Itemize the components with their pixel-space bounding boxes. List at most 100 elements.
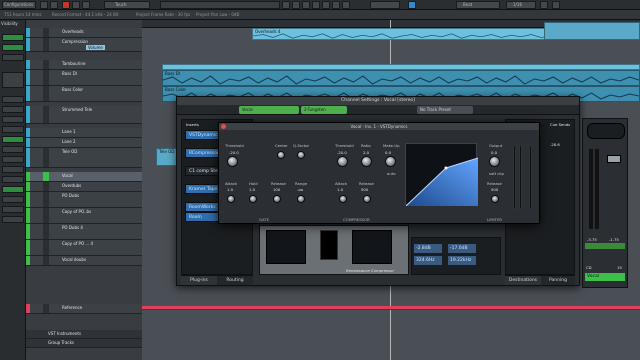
track-row[interactable]: Strummed Tele	[26, 106, 142, 124]
track-row[interactable]: Reference	[26, 304, 142, 314]
visibility-tab[interactable]: Visibility	[1, 21, 18, 26]
audio-event[interactable]: Tele OD	[156, 148, 178, 166]
quantize-button[interactable]	[540, 1, 548, 9]
visibility-toggle-5[interactable]	[2, 106, 24, 113]
gate-threshold-knob[interactable]	[227, 156, 238, 167]
tool-range-button[interactable]	[292, 1, 300, 9]
eq-freq-readout-2[interactable]: 19.22kHz	[448, 256, 476, 265]
track-name: Reference	[62, 305, 83, 310]
visibility-toggle-13[interactable]	[2, 186, 24, 193]
tool-erase-button[interactable]	[322, 1, 330, 9]
constrain-delay-button[interactable]	[40, 1, 48, 9]
tool-split-button[interactable]	[302, 1, 310, 9]
automation-parameter[interactable]: Volume	[86, 45, 105, 50]
track-row[interactable]: Vocal doubs	[26, 256, 142, 266]
configurations-button[interactable]: Configurations	[2, 1, 36, 9]
write-button[interactable]	[82, 1, 90, 9]
comp-ratio-knob[interactable]	[361, 156, 372, 167]
eq-gain-readout-2[interactable]: -17.0dB	[448, 244, 476, 253]
tool-glue-button[interactable]	[312, 1, 320, 9]
folder-row[interactable]: Group Tracks	[26, 339, 142, 348]
gate-center-knob[interactable]	[277, 151, 285, 159]
limiter-release-knob[interactable]	[491, 195, 499, 203]
automation-button[interactable]	[50, 1, 58, 9]
visibility-toggle-7[interactable]	[2, 126, 24, 133]
track-row[interactable]: Copy of PO ... 4	[26, 240, 142, 256]
mute-solo-row[interactable]	[585, 243, 625, 249]
output-routing-select[interactable]: 2-Tungsten	[301, 106, 347, 114]
eq-gain-readout-1[interactable]: -2.8dB	[414, 244, 442, 253]
channel-name-field[interactable]: Vocal	[239, 106, 299, 114]
visibility-toggle-4[interactable]	[2, 96, 24, 103]
snap-type-select[interactable]: Beat	[456, 1, 500, 9]
stereo-value[interactable]: -28.6	[550, 142, 560, 147]
tab-panning[interactable]: Panning	[541, 275, 575, 285]
track-preset-select[interactable]: No Track Preset	[417, 106, 473, 114]
track-row[interactable]: Bass Color	[26, 86, 142, 102]
rcomp-name: Renaissance Compressor	[346, 268, 394, 273]
track-row[interactable]: Overheads	[26, 28, 142, 38]
visibility-toggle-10[interactable]	[2, 156, 24, 163]
track-row[interactable]: Compression Volume	[26, 38, 142, 52]
visibility-toggle-16[interactable]	[2, 216, 24, 223]
window-layout-button[interactable]	[552, 1, 560, 9]
gate-qfactor-knob[interactable]	[297, 151, 305, 159]
comp-makeup-knob[interactable]	[385, 156, 396, 167]
tab-destinations[interactable]: Destinations	[505, 275, 541, 285]
visibility-toggle-6[interactable]	[2, 116, 24, 123]
track-row[interactable]: Lane 2	[26, 138, 142, 148]
visibility-toggle-12[interactable]	[2, 176, 24, 183]
track-row[interactable]: Copy of PO..bs	[26, 208, 142, 224]
power-icon[interactable]	[221, 124, 226, 129]
visibility-toggle-3[interactable]	[2, 54, 24, 61]
visibility-toggle-1[interactable]	[2, 34, 24, 41]
track-row[interactable]: PO Dubs	[26, 192, 142, 208]
visibility-toggle-8[interactable]	[2, 136, 24, 143]
track-row[interactable]: Tambourine	[26, 60, 142, 70]
folder-row[interactable]: VST Instruments	[26, 330, 142, 339]
read-button[interactable]	[72, 1, 80, 9]
automation-mode-select[interactable]: Touch	[104, 1, 150, 9]
soft-clip-label[interactable]: soft clip	[489, 171, 504, 176]
comp-release-knob[interactable]	[363, 195, 371, 203]
track-row[interactable]: Bass DI	[26, 70, 142, 86]
grid-type-select[interactable]	[370, 1, 400, 9]
tool-zoom-button[interactable]	[332, 1, 340, 9]
track-row[interactable]: Tele OD	[26, 148, 142, 168]
limiter-output-knob[interactable]	[489, 156, 500, 167]
gate-attack-knob[interactable]	[227, 195, 235, 203]
track-meter	[43, 70, 49, 85]
visibility-toggle-14[interactable]	[2, 196, 24, 203]
visibility-toggle-2[interactable]	[2, 44, 24, 51]
visibility-toggle-9[interactable]	[2, 146, 24, 153]
track-color	[26, 38, 30, 51]
compression-curve	[405, 157, 479, 207]
pan-control[interactable]	[587, 123, 625, 139]
track-row-selected[interactable]: Vocal	[26, 172, 142, 182]
gate-hold-knob[interactable]	[249, 195, 257, 203]
record-mode-button[interactable]	[62, 1, 70, 9]
visibility-toggle-11[interactable]	[2, 166, 24, 173]
eq-freq-readout-1[interactable]: 324.6Hz	[414, 256, 442, 265]
gate-release-knob[interactable]	[273, 195, 281, 203]
volume-fader-handle[interactable]	[607, 155, 621, 163]
comp-auto-label[interactable]: auto	[387, 171, 396, 176]
audio-event[interactable]: Overheads 4	[252, 28, 552, 40]
reference-lane[interactable]	[142, 306, 640, 310]
track-row[interactable]: PO Dubs 4	[26, 224, 142, 240]
audio-event[interactable]	[544, 22, 640, 40]
visibility-toggle-15[interactable]	[2, 206, 24, 213]
comp-attack-knob[interactable]	[339, 195, 347, 203]
gate-range-knob[interactable]	[297, 195, 305, 203]
tool-mute-button[interactable]	[342, 1, 350, 9]
limiter-release-value: 500	[491, 187, 499, 192]
track-row[interactable]: Lane 1	[26, 128, 142, 138]
tab-plug-ins[interactable]: Plug-ins	[181, 275, 217, 285]
audio-event[interactable]: Bass DI	[162, 70, 640, 86]
comp-threshold-knob[interactable]	[337, 156, 348, 167]
track-row[interactable]: Overdubs	[26, 182, 142, 192]
tool-select-button[interactable]	[282, 1, 290, 9]
tab-routing[interactable]: Routing	[217, 275, 253, 285]
quantize-select[interactable]: 1/16	[506, 1, 536, 9]
snap-toggle[interactable]	[408, 1, 416, 9]
